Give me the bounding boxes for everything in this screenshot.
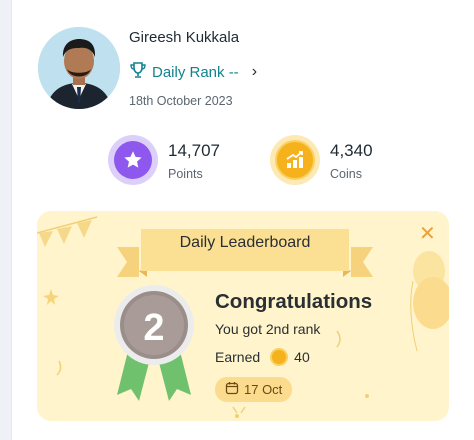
user-name: Gireesh Kukkala [129, 29, 240, 46]
leaderboard-title: Daily Leaderboard [179, 234, 311, 251]
points-stat: 14,707 Points [108, 135, 220, 185]
daily-rank-link[interactable]: Daily Rank -- › [129, 61, 257, 83]
points-label: Points [168, 166, 203, 181]
medal-number: 2 [143, 307, 164, 349]
points-value: 14,707 [168, 140, 220, 160]
date-chip-label: 17 Oct [244, 382, 283, 397]
coins-label: Coins [330, 166, 362, 181]
silver-medal-icon: 2 [114, 285, 194, 401]
left-rail [0, 0, 12, 440]
earned-value: 40 [294, 349, 310, 365]
close-icon[interactable]: ✕ [419, 224, 436, 244]
date-chip: 17 Oct [215, 377, 293, 402]
star-icon [108, 135, 158, 185]
earned-row: Earned 40 [215, 348, 310, 366]
leaderboard-card[interactable]: ✕ Daily Leaderboard 2 Congratulations Yo… [37, 211, 449, 421]
coin-icon [270, 348, 289, 366]
user-date: 18th October 2023 [129, 94, 233, 108]
growth-chart-icon [270, 135, 320, 185]
rank-text: You got 2nd rank [215, 321, 321, 337]
trophy-icon [129, 61, 147, 83]
calendar-icon [225, 381, 239, 398]
chevron-right-icon: › [251, 63, 258, 80]
earned-label: Earned [215, 349, 261, 365]
avatar [38, 27, 120, 109]
coins-stat: 4,340 Coins [270, 135, 373, 185]
daily-rank-label: Daily Rank -- [152, 63, 239, 81]
congratulations-heading: Congratulations [215, 290, 373, 313]
coins-value: 4,340 [330, 140, 373, 160]
